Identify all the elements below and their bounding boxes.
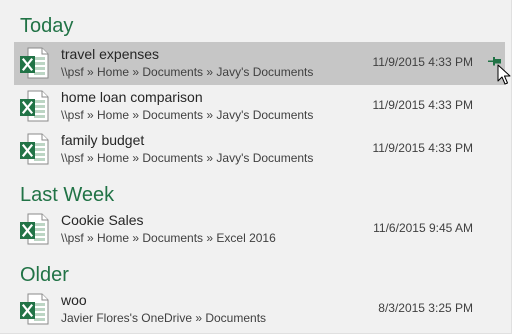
excel-file-icon [19, 213, 49, 245]
file-name: Cookie Sales [61, 212, 144, 228]
file-name: family budget [61, 132, 145, 148]
recent-files-panel: Today travel expenses \\psf » Home » Doc… [0, 0, 512, 334]
file-date: 11/9/2015 4:33 PM [372, 55, 473, 69]
file-date: 11/9/2015 4:33 PM [372, 98, 473, 112]
recent-file-item[interactable]: family budget \\psf » Home » Documents »… [14, 128, 505, 171]
file-date: 8/3/2015 3:25 PM [378, 301, 473, 315]
mouse-cursor-icon [497, 64, 511, 85]
file-date: 11/9/2015 4:33 PM [372, 141, 473, 155]
recent-file-item[interactable]: Cookie Sales \\psf » Home » Documents » … [14, 208, 505, 251]
excel-file-icon [19, 133, 49, 165]
file-path: \\psf » Home » Documents » Javy's Docume… [61, 151, 314, 165]
file-name: woo [61, 292, 87, 308]
recent-file-item[interactable]: woo Javier Flores's OneDrive » Documents… [14, 288, 505, 331]
file-path: \\psf » Home » Documents » Javy's Docume… [61, 108, 314, 122]
excel-file-icon [19, 47, 49, 79]
section-header-older: Older [20, 264, 69, 286]
recent-file-item[interactable]: home loan comparison \\psf » Home » Docu… [14, 85, 505, 128]
file-path: \\psf » Home » Documents » Excel 2016 [61, 231, 276, 245]
file-name: home loan comparison [61, 89, 203, 105]
section-header-last-week: Last Week [20, 184, 115, 206]
file-path: Javier Flores's OneDrive » Documents [61, 311, 267, 325]
excel-file-icon [19, 90, 49, 122]
file-date: 11/6/2015 9:45 AM [373, 221, 473, 235]
file-path: \\psf » Home » Documents » Javy's Docume… [61, 65, 314, 79]
file-name: travel expenses [61, 46, 160, 62]
excel-file-icon [19, 293, 49, 325]
section-header-today: Today [20, 15, 74, 37]
recent-file-item[interactable]: travel expenses \\psf » Home » Documents… [14, 42, 505, 85]
